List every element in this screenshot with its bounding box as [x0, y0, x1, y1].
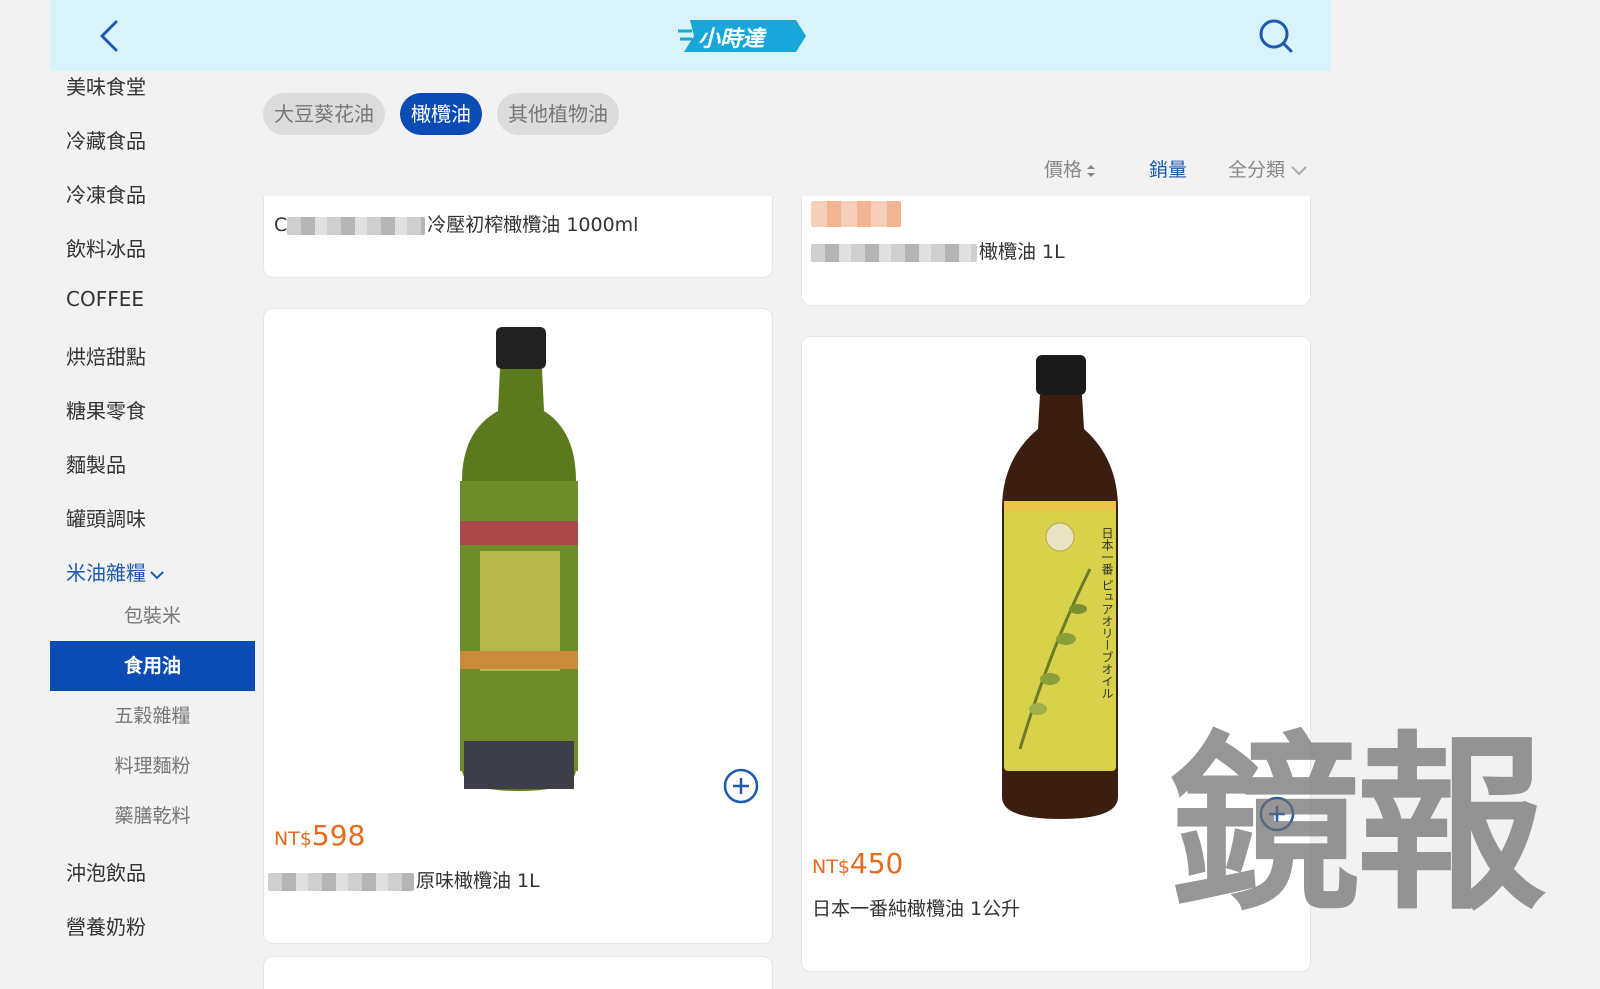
- sort-price[interactable]: 價格: [1044, 155, 1097, 182]
- sort-arrows-icon: [1087, 164, 1096, 177]
- price-value: 598: [311, 819, 366, 852]
- blurred-brand: [811, 243, 977, 262]
- sidebar-subitem[interactable]: 包裝米: [50, 591, 255, 641]
- chip-soybean-oil[interactable]: 大豆葵花油: [263, 93, 385, 135]
- product-card[interactable]: C 冷壓初榨橄欖油 1000ml: [263, 196, 773, 278]
- sidebar-item-label: 米油雜糧: [66, 561, 146, 585]
- sidebar-item-category[interactable]: 糖果零食: [66, 395, 146, 424]
- chip-other-oil[interactable]: 其他植物油: [497, 93, 619, 135]
- product-name: C 冷壓初榨橄欖油 1000ml: [274, 210, 638, 237]
- product-card[interactable]: 日本一番 ピュアオリーブオイル NT$450 日本一番純橄欖油 1公升: [801, 336, 1311, 972]
- product-grid: C冷壓初榨橄欖油 1000ml 橄欖油 1L NT$598 原味橄欖油 1L: [255, 196, 1331, 989]
- product-name: 日本一番純橄欖油 1公升: [812, 898, 1021, 920]
- price-currency: NT$: [274, 828, 312, 850]
- sidebar-subitem[interactable]: 藥膳乾料: [50, 791, 255, 841]
- sidebar-item-category[interactable]: 美味食堂: [66, 71, 146, 100]
- sidebar-item-category[interactable]: 麵製品: [66, 449, 126, 478]
- sidebar-subitem[interactable]: 五穀雜糧: [50, 691, 255, 741]
- sidebar-subitem[interactable]: 料理麵粉: [50, 741, 255, 791]
- sidebar-item-category[interactable]: COFFEE: [66, 287, 144, 311]
- product-card[interactable]: NT$598 原味橄欖油 1L: [263, 308, 773, 944]
- sidebar-item-category[interactable]: 烘焙甜點: [66, 341, 146, 370]
- product-name: 橄欖油 1L: [811, 237, 1065, 264]
- price-value: 450: [849, 847, 904, 880]
- product-card[interactable]: 橄欖油 1L: [801, 196, 1311, 306]
- sort-category-label: 全分類: [1228, 159, 1286, 181]
- top-bar: 小時達: [50, 0, 1331, 71]
- sidebar-item-category[interactable]: 營養奶粉: [66, 911, 146, 940]
- back-arrow-icon[interactable]: [94, 18, 126, 54]
- category-sidebar: 美味食堂 冷藏食品 冷凍食品 飲料冰品 COFFEE 烘焙甜點 糖果零食 麵製品…: [50, 71, 255, 989]
- app-logo[interactable]: 小時達: [678, 18, 806, 54]
- sidebar-item-category[interactable]: 冷凍食品: [66, 179, 146, 208]
- chip-olive-oil[interactable]: 橄欖油: [400, 93, 482, 135]
- blurred-brand: [268, 872, 414, 891]
- product-image: [460, 327, 578, 791]
- product-name-prefix: C: [274, 214, 288, 236]
- bottle-label-text: 日本一番 ピュアオリーブオイル: [1100, 527, 1114, 699]
- sort-price-label: 價格: [1044, 159, 1083, 181]
- sidebar-subitem-active[interactable]: 食用油: [50, 641, 255, 691]
- product-card[interactable]: [263, 956, 773, 989]
- sidebar-item-category[interactable]: 飲料冰品: [66, 233, 146, 262]
- sidebar-item-category[interactable]: 罐頭調味: [66, 503, 146, 532]
- product-price: NT$598: [274, 819, 365, 852]
- add-to-cart-icon[interactable]: [722, 767, 760, 805]
- price-currency: NT$: [812, 856, 850, 878]
- product-name: 原味橄欖油 1L: [268, 866, 540, 893]
- logo-text: 小時達: [698, 27, 765, 52]
- search-icon[interactable]: [1256, 16, 1296, 56]
- sidebar-item-category[interactable]: 冷藏食品: [66, 125, 146, 154]
- product-name-suffix: 橄欖油 1L: [979, 241, 1065, 263]
- blurred-brand: [287, 216, 426, 235]
- sort-sales[interactable]: 銷量: [1149, 155, 1187, 182]
- product-price: NT$450: [812, 847, 903, 880]
- product-name-suffix: 原味橄欖油 1L: [416, 870, 540, 892]
- blurred-price: [811, 201, 901, 227]
- product-name-suffix: 冷壓初榨橄欖油 1000ml: [427, 214, 639, 236]
- chevron-down-icon: [150, 570, 164, 579]
- chevron-down-icon: [1291, 165, 1307, 175]
- add-to-cart-icon[interactable]: [1258, 795, 1296, 833]
- sidebar-item-expanded[interactable]: 米油雜糧: [66, 557, 166, 586]
- sidebar-item-category[interactable]: 沖泡飲品: [66, 857, 146, 886]
- sort-category[interactable]: 全分類: [1228, 155, 1309, 182]
